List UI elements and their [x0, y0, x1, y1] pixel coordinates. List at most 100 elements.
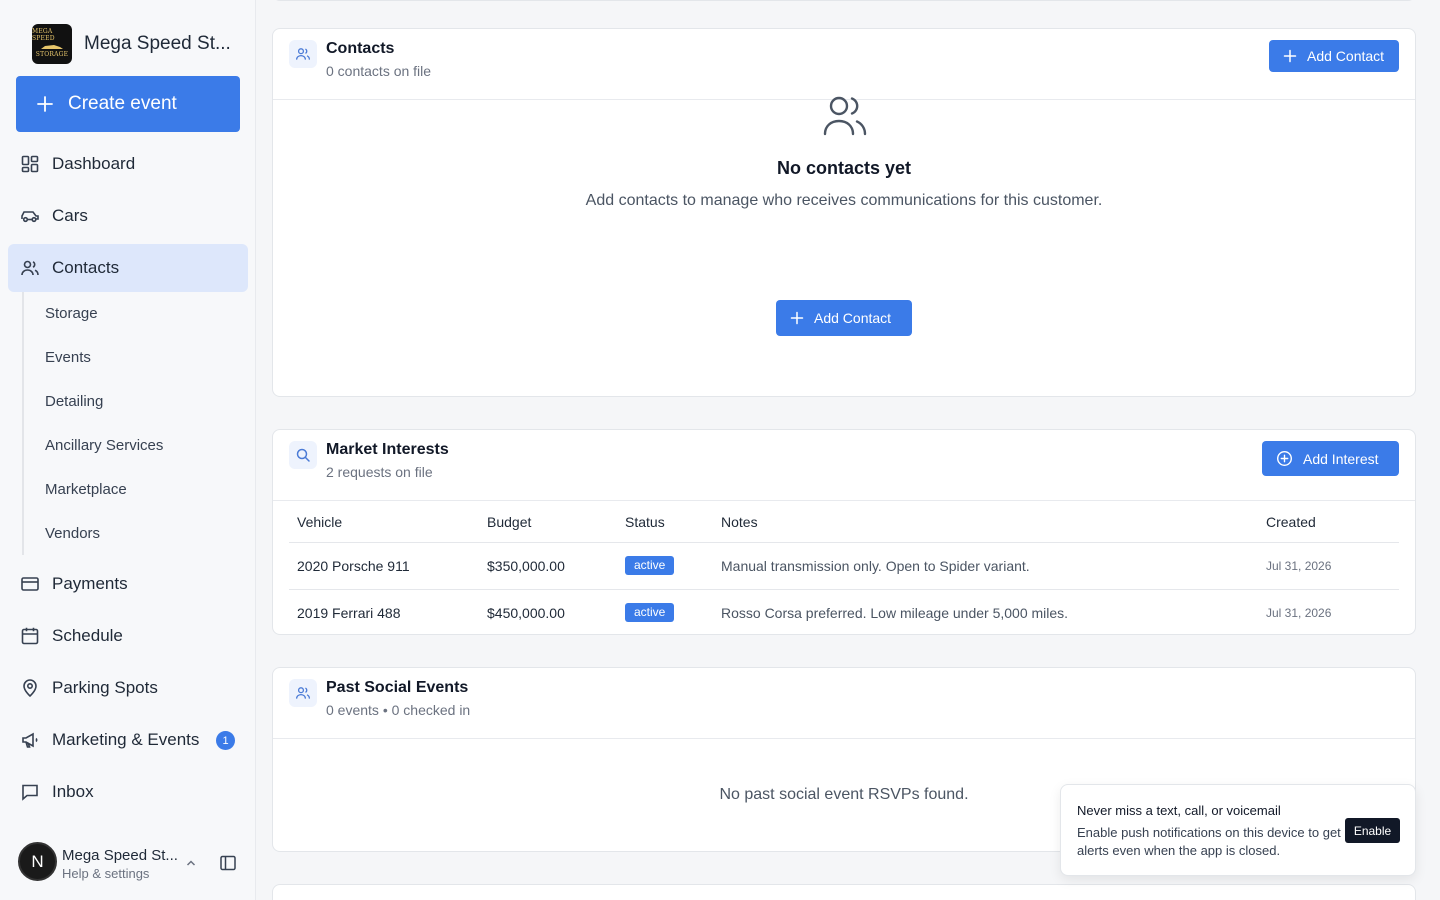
column-header-status[interactable]: Status — [617, 502, 713, 543]
table-row[interactable]: 2020 Porsche 911 $350,000.00 active Manu… — [289, 542, 1399, 590]
market-interests-card: Market Interests 2 requests on file Add … — [272, 429, 1416, 635]
column-header-created[interactable]: Created — [1258, 502, 1399, 543]
users-icon — [289, 679, 317, 707]
users-empty-icon — [823, 96, 867, 136]
sidebar-item-inbox[interactable]: Inbox — [8, 768, 248, 816]
add-contact-button[interactable]: Add Contact — [1269, 40, 1399, 72]
calendar-icon — [21, 627, 39, 645]
status-badge: active — [625, 556, 675, 575]
sidebar-item-dashboard[interactable]: Dashboard — [8, 140, 248, 188]
sidebar-item-label: Inbox — [52, 782, 94, 801]
sidebar-item-label: Schedule — [52, 626, 123, 645]
empty-state-description: Add contacts to manage who receives comm… — [585, 192, 1103, 209]
notes-cell: Manual transmission only. Open to Spider… — [713, 542, 1258, 590]
enable-notifications-button[interactable]: Enable — [1345, 818, 1400, 843]
table-header-row: Vehicle Budget Status Notes Created — [289, 502, 1399, 543]
sidebar-toggle-icon[interactable] — [219, 854, 237, 872]
sidebar-item-label: Payments — [52, 574, 128, 593]
market-interests-header: Market Interests 2 requests on file Add … — [273, 430, 1415, 501]
sidebar-item-schedule[interactable]: Schedule — [8, 612, 248, 660]
previous-section-card — [272, 0, 1416, 1]
push-notification-prompt: Never miss a text, call, or voicemail En… — [1060, 784, 1416, 876]
sidebar-item-label: Cars — [52, 206, 88, 225]
message-square-icon — [22, 784, 38, 801]
sidebar-item-parking-spots[interactable]: Parking Spots — [8, 664, 248, 712]
sidebar-item-payments[interactable]: Payments — [8, 560, 248, 608]
plus-icon — [790, 311, 804, 325]
help-settings-label: Help & settings — [62, 866, 150, 881]
market-interests-table: Vehicle Budget Status Notes Created 2020… — [289, 502, 1399, 634]
status-cell: active — [617, 542, 713, 590]
users-icon — [289, 40, 317, 68]
sidebar-item-label: Marketing & Events — [52, 730, 200, 749]
sidebar-subitem-vendors[interactable]: Vendors — [45, 525, 100, 542]
past-social-events-title: Past Social Events — [326, 679, 469, 696]
user-name: Mega Speed St... — [62, 847, 178, 864]
subnav-divider — [22, 292, 24, 555]
next-section-card — [272, 884, 1416, 900]
market-interests-count: 2 requests on file — [326, 464, 433, 480]
table-row[interactable]: 2019 Ferrari 488 $450,000.00 active Ross… — [289, 589, 1399, 634]
plus-circle-icon — [1276, 450, 1293, 467]
column-header-budget[interactable]: Budget — [479, 502, 617, 543]
contacts-card: Contacts 0 contacts on file Add Contact … — [272, 28, 1416, 397]
past-social-events-summary: 0 events • 0 checked in — [326, 702, 471, 718]
contacts-card-header: Contacts 0 contacts on file Add Contact — [273, 29, 1415, 100]
status-cell: active — [617, 589, 713, 634]
add-interest-label: Add Interest — [1303, 450, 1379, 467]
notes-cell: Rosso Corsa preferred. Low mileage under… — [721, 604, 1069, 621]
logo-text-top: MEGA SPEED — [32, 28, 55, 42]
created-cell: Jul 31, 2026 — [1266, 605, 1332, 620]
vehicle-cell: 2020 Porsche 911 — [289, 542, 479, 590]
plus-icon — [1283, 49, 1297, 63]
prompt-title: Never miss a text, call, or voicemail — [1077, 803, 1281, 818]
brand[interactable]: MEGA SPEED STORAGE Mega Speed St... — [32, 24, 231, 64]
budget-cell: $450,000.00 — [487, 604, 565, 621]
sidebar-item-marketing-events[interactable]: Marketing & Events 1 — [8, 716, 248, 764]
market-interests-title: Market Interests — [326, 441, 449, 458]
contacts-title: Contacts — [326, 40, 395, 57]
sidebar: MEGA SPEED STORAGE Mega Speed St... Crea… — [0, 0, 256, 900]
status-badge: active — [625, 603, 675, 623]
add-interest-button[interactable]: Add Interest — [1262, 441, 1399, 476]
sidebar-subitem-events[interactable]: Events — [45, 349, 91, 366]
sidebar-subitem-storage[interactable]: Storage — [45, 305, 98, 322]
sidebar-item-label: Contacts — [52, 258, 120, 277]
create-event-label: Create event — [68, 93, 177, 114]
megaphone-icon — [22, 732, 38, 748]
brand-name: Mega Speed St... — [84, 33, 231, 54]
sidebar-item-label: Parking Spots — [52, 678, 158, 697]
column-header-vehicle[interactable]: Vehicle — [289, 502, 479, 543]
chevron-up-icon — [186, 860, 196, 866]
dashboard-icon — [21, 155, 39, 173]
plus-icon — [37, 96, 53, 112]
sidebar-subitem-detailing[interactable]: Detailing — [45, 393, 103, 410]
empty-add-contact-button[interactable]: Add Contact — [776, 300, 912, 336]
vehicle-cell: 2019 Ferrari 488 — [297, 604, 401, 621]
users-icon — [21, 260, 39, 276]
prompt-body: Enable push notifications on this device… — [1077, 825, 1341, 858]
budget-cell: $350,000.00 — [479, 542, 617, 590]
notification-count-badge: 1 — [216, 731, 235, 750]
car-icon — [21, 211, 39, 223]
contacts-count: 0 contacts on file — [326, 63, 432, 79]
create-event-button[interactable]: Create event — [16, 76, 240, 132]
user-menu[interactable]: N Mega Speed St... Help & settings — [18, 842, 248, 882]
credit-card-icon — [21, 577, 39, 591]
logo-text-bottom: STORAGE — [35, 51, 69, 59]
past-social-events-header: Past Social Events 0 events • 0 checked … — [273, 668, 1415, 739]
sidebar-item-cars[interactable]: Cars — [8, 192, 248, 240]
created-cell: Jul 31, 2026 — [1258, 542, 1399, 590]
map-pin-icon — [23, 679, 37, 698]
empty-add-contact-label: Add Contact — [814, 310, 892, 326]
sidebar-item-label: Dashboard — [52, 154, 136, 173]
add-contact-label: Add Contact — [1307, 48, 1385, 64]
brand-logo: MEGA SPEED STORAGE — [32, 24, 72, 64]
car-logo-icon — [41, 45, 63, 50]
sidebar-subitem-ancillary-services[interactable]: Ancillary Services — [45, 437, 163, 454]
sidebar-item-contacts[interactable]: Contacts — [8, 244, 248, 292]
sidebar-subitem-marketplace[interactable]: Marketplace — [45, 481, 127, 498]
search-icon — [289, 441, 317, 469]
empty-state-title: No contacts yet — [776, 158, 912, 178]
column-header-notes[interactable]: Notes — [713, 502, 1258, 543]
